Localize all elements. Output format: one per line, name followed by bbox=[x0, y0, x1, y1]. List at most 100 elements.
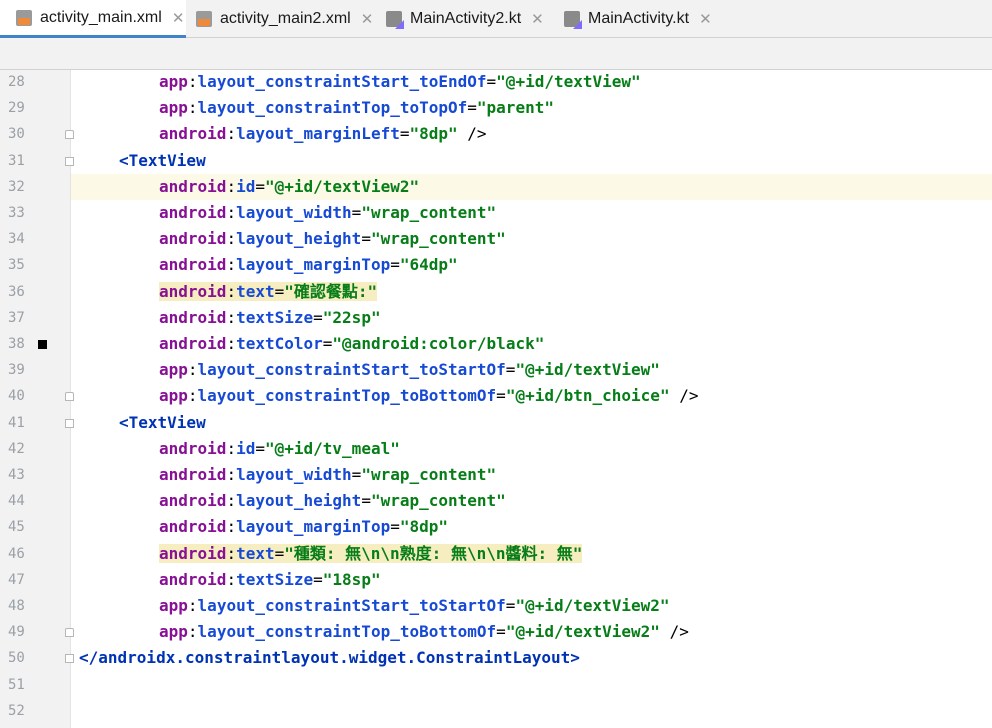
attribute-value: "@+id/textView2" bbox=[515, 596, 670, 615]
equals: = bbox=[255, 438, 265, 458]
code-line[interactable]: android:layout_height="wrap_content" bbox=[159, 226, 506, 252]
attribute-name: layout_height bbox=[236, 491, 362, 511]
attribute-value: "確認餐點:" bbox=[284, 281, 378, 301]
attribute-name: layout_constraintStart_toStartOf bbox=[197, 596, 506, 615]
code-line[interactable]: app:layout_constraintTop_toTopOf="parent… bbox=[159, 95, 554, 121]
attribute-expression: android:layout_marginTop="8dp" bbox=[159, 517, 448, 536]
attribute-expression: app:layout_constraintStart_toEndOf="@+id… bbox=[159, 72, 641, 91]
equals: = bbox=[351, 465, 362, 484]
namespace-prefix: android bbox=[159, 229, 227, 249]
line-number: 36 bbox=[8, 283, 25, 300]
code-line[interactable]: </androidx.constraintlayout.widget.Const… bbox=[79, 645, 580, 671]
colon: : bbox=[226, 543, 237, 563]
attribute-name: text bbox=[236, 281, 275, 301]
attribute-value: "@+id/textView2" bbox=[264, 176, 420, 196]
attribute-name: layout_constraintTop_toBottomOf bbox=[197, 622, 497, 642]
fold-marker-icon[interactable] bbox=[65, 130, 74, 140]
attribute-name: textSize bbox=[236, 569, 314, 589]
attribute-expression: app:layout_constraintTop_toTopOf="parent… bbox=[159, 98, 554, 117]
colon: : bbox=[187, 596, 198, 615]
attribute-name: layout_constraintTop_toBottomOf bbox=[197, 386, 497, 406]
attribute-expression: app:layout_constraintTop_toBottomOf="@+i… bbox=[159, 622, 660, 641]
attribute-name: id bbox=[236, 176, 256, 196]
tab-activity-main-xml[interactable]: activity_main.xml ✕ bbox=[0, 0, 186, 38]
namespace-prefix: android bbox=[159, 491, 227, 511]
attribute-expression: android:text="種類: 無\n\n熟度: 無\n\n醬料: 無" bbox=[159, 543, 583, 563]
code-line[interactable]: android:id="@+id/textView2" bbox=[159, 174, 419, 200]
equals: = bbox=[361, 229, 371, 249]
code-line[interactable]: app:layout_constraintTop_toBottomOf="@+i… bbox=[159, 619, 689, 645]
xml-tag: <TextView bbox=[119, 150, 206, 170]
code-line[interactable]: <TextView bbox=[119, 410, 206, 436]
line-number: 50 bbox=[8, 650, 25, 667]
line-number: 38 bbox=[8, 336, 25, 352]
attribute-value: "@+id/tv_meal" bbox=[264, 438, 400, 458]
code-line[interactable]: app:layout_constraintTop_toBottomOf="@+i… bbox=[159, 383, 698, 409]
tab-label: activity_main.xml bbox=[40, 8, 162, 26]
code-line[interactable]: android:id="@+id/tv_meal" bbox=[159, 436, 400, 462]
tab-mainactivity-kt[interactable]: MainActivity.kt ✕ bbox=[554, 0, 724, 38]
close-icon[interactable]: ✕ bbox=[699, 10, 712, 28]
code-editor[interactable]: 28 29 30 31 32 33 34 35 36 37 38 39 40 41 42 43 44 45 46 47… bbox=[0, 70, 992, 728]
code-line[interactable]: android:layout_width="wrap_content" bbox=[159, 462, 496, 488]
code-line[interactable]: android:text="確認餐點:" bbox=[159, 279, 378, 305]
code-line[interactable]: android:textColor="@android:color/black" bbox=[159, 331, 544, 357]
attribute-name: layout_marginTop bbox=[236, 517, 391, 537]
code-line[interactable]: app:layout_constraintStart_toStartOf="@+… bbox=[159, 357, 660, 383]
code-line[interactable]: android:text="種類: 無\n\n熟度: 無\n\n醬料: 無" bbox=[159, 541, 583, 567]
tab-mainactivity2-kt[interactable]: MainActivity2.kt ✕ bbox=[376, 0, 554, 38]
colon: : bbox=[187, 360, 198, 380]
color-preview-icon[interactable] bbox=[38, 340, 47, 349]
attribute-name: layout_width bbox=[236, 465, 352, 484]
tab-activity-main2-xml[interactable]: activity_main2.xml ✕ bbox=[186, 0, 376, 38]
colon: : bbox=[226, 465, 237, 484]
line-number: 35 bbox=[8, 257, 25, 274]
code-line[interactable]: android:textSize="18sp" bbox=[159, 567, 381, 593]
close-icon[interactable]: ✕ bbox=[531, 10, 544, 28]
line-number: 48 bbox=[8, 598, 25, 614]
attribute-name: layout_width bbox=[236, 203, 352, 222]
fold-marker-icon[interactable] bbox=[65, 654, 74, 664]
fold-marker-icon[interactable] bbox=[65, 628, 74, 638]
namespace-prefix: android bbox=[159, 465, 227, 484]
attribute-value: "@+id/textView2" bbox=[505, 622, 660, 642]
attribute-expression: android:textColor="@android:color/black" bbox=[159, 334, 544, 353]
code-line[interactable]: android:layout_height="wrap_content" bbox=[159, 488, 506, 514]
code-line[interactable]: android:layout_marginTop="64dp" bbox=[159, 252, 458, 278]
line-number: 49 bbox=[8, 624, 25, 641]
attribute-name: text bbox=[236, 543, 275, 563]
code-line[interactable]: app:layout_constraintStart_toEndOf="@+id… bbox=[159, 69, 641, 95]
attribute-value: "wrap_content" bbox=[370, 491, 506, 511]
colon: : bbox=[226, 307, 237, 327]
attribute-expression: android:layout_height="wrap_content" bbox=[159, 491, 506, 510]
code-line[interactable]: android:layout_marginTop="8dp" bbox=[159, 514, 448, 540]
code-line[interactable]: android:textSize="22sp" bbox=[159, 305, 381, 331]
attribute-expression: app:layout_constraintStart_toStartOf="@+… bbox=[159, 596, 670, 615]
close-icon[interactable]: ✕ bbox=[361, 10, 374, 28]
close-icon[interactable]: ✕ bbox=[172, 9, 185, 27]
code-line[interactable]: <TextView bbox=[119, 148, 206, 174]
code-line[interactable]: android:layout_marginLeft="8dp" /> bbox=[159, 121, 487, 147]
line-number: 47 bbox=[8, 571, 25, 588]
attribute-name: textColor bbox=[236, 334, 323, 353]
attribute-name: layout_constraintStart_toEndOf bbox=[197, 72, 487, 91]
colon: : bbox=[226, 517, 237, 537]
attribute-expression: android:textSize="22sp" bbox=[159, 308, 381, 327]
line-number: 40 bbox=[8, 388, 25, 405]
attribute-value: "8dp" bbox=[399, 517, 449, 537]
line-number: 44 bbox=[8, 493, 25, 510]
xml-tag: </androidx.constraintlayout.widget.Const… bbox=[79, 648, 580, 668]
equals: = bbox=[361, 491, 371, 511]
fold-marker-icon[interactable] bbox=[65, 418, 74, 428]
kotlin-file-icon bbox=[386, 11, 404, 29]
namespace-prefix: app bbox=[159, 98, 188, 118]
attribute-value: "18sp" bbox=[322, 569, 381, 589]
fold-marker-icon[interactable] bbox=[65, 156, 74, 166]
code-line[interactable]: android:layout_width="wrap_content" bbox=[159, 200, 496, 226]
attribute-name: id bbox=[236, 438, 256, 458]
equals: = bbox=[274, 543, 285, 563]
fold-marker-icon[interactable] bbox=[65, 392, 74, 402]
colon: : bbox=[226, 203, 237, 222]
code-line[interactable]: app:layout_constraintStart_toStartOf="@+… bbox=[159, 593, 670, 619]
line-number: 51 bbox=[8, 676, 25, 693]
